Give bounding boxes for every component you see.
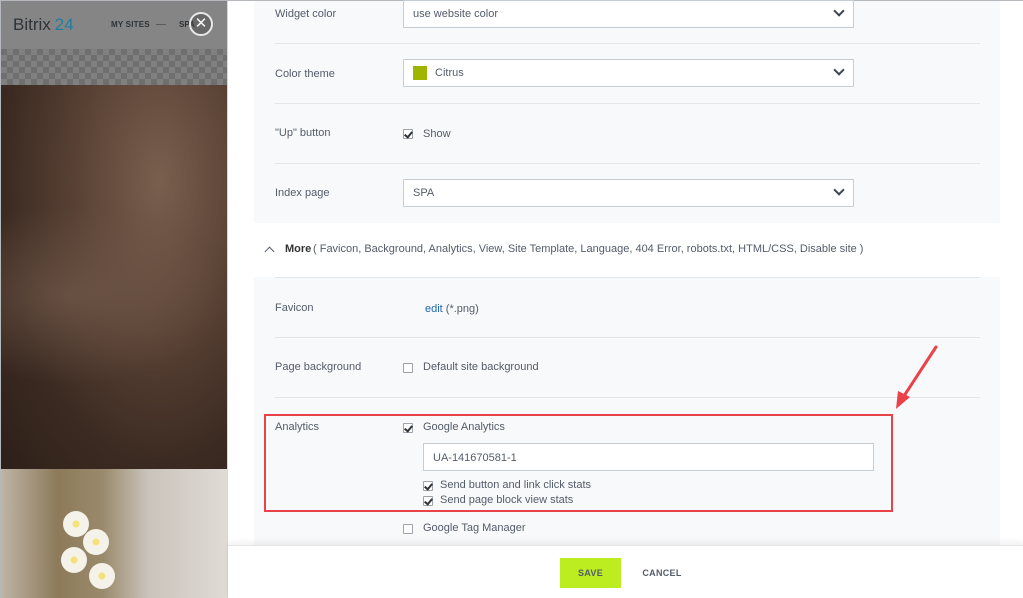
up-button-option: Show [423, 128, 451, 140]
color-theme-label: Color theme [275, 68, 335, 80]
up-button-row: "Up" button Show [275, 104, 980, 164]
theme-color-swatch [413, 66, 427, 80]
preview-spa-photo [1, 85, 227, 469]
widget-color-label: Widget color [275, 8, 337, 20]
nav-my-sites[interactable]: MY SITES [111, 20, 150, 29]
more-sections-list: ( Favicon, Background, Analytics, View, … [313, 243, 864, 255]
more-settings-toggle[interactable]: More ( Favicon, Background, Analytics, V… [254, 223, 1000, 277]
analytics-label: Analytics [275, 421, 320, 433]
index-page-row: Index page SPA [275, 164, 980, 223]
bitrix24-logo: Bitrix 24 [13, 15, 74, 35]
send-clicks-checkbox[interactable] [423, 481, 433, 491]
widget-color-select[interactable]: use website color [403, 0, 854, 28]
chevron-down-icon [833, 5, 845, 17]
favicon-hint: (*.png) [442, 303, 479, 315]
ga-id-input[interactable]: UA-141670581-1 [423, 443, 874, 471]
index-page-value: SPA [413, 187, 435, 199]
analytics-row: Analytics Google Analytics Send button a… [275, 398, 980, 545]
flower-decoration [83, 529, 109, 555]
flower-decoration [89, 563, 115, 589]
widget-color-value: use website color [413, 8, 498, 20]
index-page-select[interactable]: SPA [403, 179, 854, 207]
chevron-down-icon [833, 184, 845, 196]
preview-transparent-strip [1, 49, 227, 85]
favicon-row: Favicon edit (*.png) [275, 277, 980, 338]
default-background-checkbox[interactable] [403, 363, 413, 373]
logo-text: Bitrix [13, 15, 51, 34]
color-theme-value: Citrus [435, 67, 464, 79]
up-button-label: "Up" button [275, 127, 331, 139]
google-analytics-checkbox[interactable] [403, 423, 413, 433]
more-label: More [285, 243, 312, 255]
up-button-checkbox[interactable] [403, 129, 413, 139]
favicon-value: edit (*.png) [425, 303, 479, 315]
save-button[interactable]: SAVE [560, 558, 621, 588]
google-tag-manager-checkbox[interactable] [403, 524, 413, 534]
logo-number: 24 [54, 15, 74, 34]
color-theme-select[interactable]: Citrus [403, 59, 854, 87]
google-tag-manager-option: Google Tag Manager [423, 522, 526, 534]
panel-footer: SAVE CANCEL [228, 545, 1023, 598]
page-background-row: Page background Default site background [275, 338, 980, 398]
close-icon[interactable]: ✕ [189, 12, 213, 36]
send-clicks-option: Send button and link click stats [440, 479, 592, 491]
cancel-button[interactable]: CANCEL [638, 558, 686, 588]
site-preview-backdrop: Bitrix 24 MY SITES SPA ✕ [1, 1, 227, 598]
site-settings-panel: Widget color use website color Color the… [227, 0, 1023, 598]
preview-flower-photo [1, 469, 227, 598]
flower-decoration [61, 547, 87, 573]
index-page-label: Index page [275, 187, 330, 199]
send-views-checkbox[interactable] [423, 496, 433, 506]
widget-color-row: Widget color use website color [275, 0, 980, 44]
favicon-edit-link[interactable]: edit [425, 303, 443, 315]
send-views-option: Send page block view stats [440, 494, 574, 506]
preview-top-bar: Bitrix 24 MY SITES SPA ✕ [1, 1, 227, 49]
chevron-up-icon [264, 246, 275, 257]
google-analytics-option: Google Analytics [423, 421, 505, 433]
chevron-down-icon [833, 64, 845, 76]
color-theme-row: Color theme Citrus [275, 44, 980, 104]
favicon-label: Favicon [275, 302, 314, 314]
default-background-option: Default site background [423, 361, 539, 373]
page-background-label: Page background [275, 361, 362, 373]
ga-id-value: UA-141670581-1 [433, 452, 517, 464]
nav-separator [156, 24, 166, 25]
